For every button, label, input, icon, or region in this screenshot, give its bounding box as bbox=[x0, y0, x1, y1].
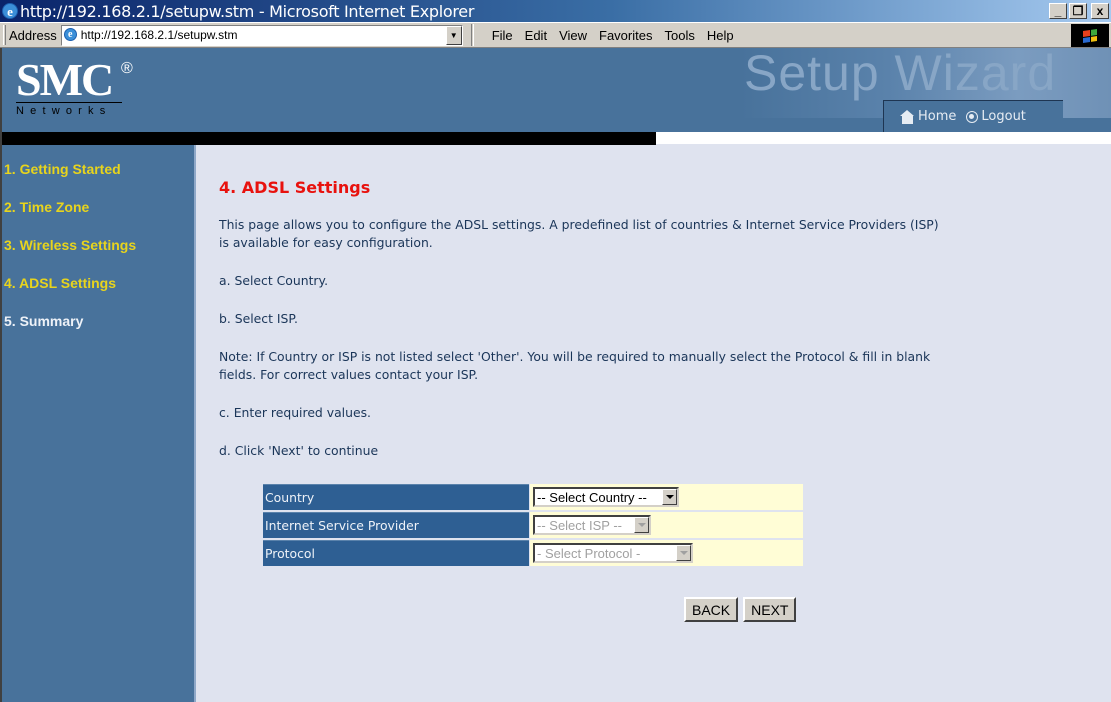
address-dropdown-button[interactable]: ▼ bbox=[445, 25, 462, 45]
minimize-button[interactable]: _ bbox=[1049, 3, 1067, 19]
home-link[interactable]: Home bbox=[900, 109, 956, 124]
logo-brand: SMC bbox=[16, 54, 114, 105]
step-a: a. Select Country. bbox=[219, 273, 329, 288]
page-header: Setup Wizard SMC ® Networks Home Logout bbox=[0, 48, 1111, 132]
form-row-isp: Internet Service Provider -- Select ISP … bbox=[263, 512, 803, 538]
toolbar-grip[interactable] bbox=[3, 25, 6, 45]
country-select[interactable]: -- Select Country -- bbox=[533, 487, 679, 507]
step-c: c. Enter required values. bbox=[219, 405, 371, 420]
chevron-down-icon[interactable] bbox=[634, 517, 649, 533]
page-title: 4. ADSL Settings bbox=[219, 178, 371, 197]
protocol-select-value: - Select Protocol - bbox=[537, 545, 641, 561]
restore-button[interactable]: ❐ bbox=[1069, 3, 1087, 19]
back-button[interactable]: BACK bbox=[684, 597, 739, 622]
home-icon bbox=[900, 109, 915, 124]
step-d: d. Click 'Next' to continue bbox=[219, 443, 379, 458]
next-button[interactable]: NEXT bbox=[743, 597, 797, 622]
chevron-down-icon[interactable] bbox=[676, 545, 691, 561]
header-nav: Home Logout bbox=[883, 100, 1063, 132]
logout-label: Logout bbox=[981, 109, 1026, 124]
sidebar-item-summary[interactable]: 5. Summary bbox=[4, 313, 83, 329]
address-label: Address bbox=[9, 27, 57, 43]
menu-view[interactable]: View bbox=[553, 28, 593, 43]
browser-toolbar: Address e http://192.168.2.1/setupw.stm … bbox=[0, 22, 1111, 48]
menu-file[interactable]: File bbox=[486, 28, 519, 43]
address-input[interactable]: http://192.168.2.1/setupw.stm bbox=[81, 28, 238, 42]
menu-tools[interactable]: Tools bbox=[658, 28, 700, 43]
protocol-label: Protocol bbox=[263, 540, 529, 566]
page-icon: e bbox=[63, 28, 78, 42]
isp-select[interactable]: -- Select ISP -- bbox=[533, 515, 651, 535]
wizard-sidebar: 1. Getting Started 2. Time Zone 3. Wirel… bbox=[0, 145, 196, 702]
registered-mark: ® bbox=[121, 60, 133, 77]
isp-label: Internet Service Provider bbox=[263, 512, 529, 538]
country-select-value: -- Select Country -- bbox=[537, 489, 647, 505]
ie-icon: e bbox=[2, 3, 18, 19]
windows-logo-icon bbox=[1071, 24, 1109, 47]
adsl-form: Country -- Select Country -- Internet Se… bbox=[263, 484, 803, 568]
note-line1: Note: If Country or ISP is not listed se… bbox=[219, 349, 931, 364]
logout-icon bbox=[966, 110, 979, 123]
intro-text-line1: This page allows you to configure the AD… bbox=[219, 217, 939, 232]
protocol-select[interactable]: - Select Protocol - bbox=[533, 543, 693, 563]
menu-help[interactable]: Help bbox=[701, 28, 740, 43]
address-bar[interactable]: e http://192.168.2.1/setupw.stm ▼ bbox=[60, 24, 463, 46]
wizard-buttons: BACK NEXT bbox=[684, 597, 797, 622]
window-title: http://192.168.2.1/setupw.stm - Microsof… bbox=[20, 1, 475, 21]
country-label: Country bbox=[263, 484, 529, 510]
intro-text-line2: is available for easy configuration. bbox=[219, 235, 433, 250]
logo-networks: Networks bbox=[16, 105, 112, 117]
form-row-country: Country -- Select Country -- bbox=[263, 484, 803, 510]
header-divider bbox=[0, 132, 656, 145]
isp-select-value: -- Select ISP -- bbox=[537, 517, 623, 533]
sidebar-item-time-zone[interactable]: 2. Time Zone bbox=[4, 199, 89, 215]
smc-logo: SMC ® Networks bbox=[16, 54, 133, 117]
sidebar-item-adsl-settings[interactable]: 4. ADSL Settings bbox=[4, 275, 116, 291]
menu-bar: File Edit View Favorites Tools Help bbox=[486, 28, 740, 43]
sidebar-item-getting-started[interactable]: 1. Getting Started bbox=[4, 161, 121, 177]
menu-favorites[interactable]: Favorites bbox=[593, 28, 658, 43]
chevron-down-icon[interactable] bbox=[662, 489, 677, 505]
form-row-protocol: Protocol - Select Protocol - bbox=[263, 540, 803, 566]
note-line2: fields. For correct values contact your … bbox=[219, 367, 479, 382]
setup-wizard-banner: Setup Wizard bbox=[744, 48, 1057, 101]
sidebar-item-wireless-settings[interactable]: 3. Wireless Settings bbox=[4, 237, 136, 253]
home-label: Home bbox=[918, 109, 957, 124]
logout-link[interactable]: Logout bbox=[966, 109, 1026, 124]
menu-edit[interactable]: Edit bbox=[519, 28, 553, 43]
web-page: Setup Wizard SMC ® Networks Home Logout … bbox=[0, 48, 1111, 702]
close-button[interactable]: x bbox=[1091, 3, 1109, 19]
toolbar-separator bbox=[470, 24, 474, 46]
window-title-bar: e http://192.168.2.1/setupw.stm - Micros… bbox=[0, 0, 1111, 22]
step-b: b. Select ISP. bbox=[219, 311, 298, 326]
